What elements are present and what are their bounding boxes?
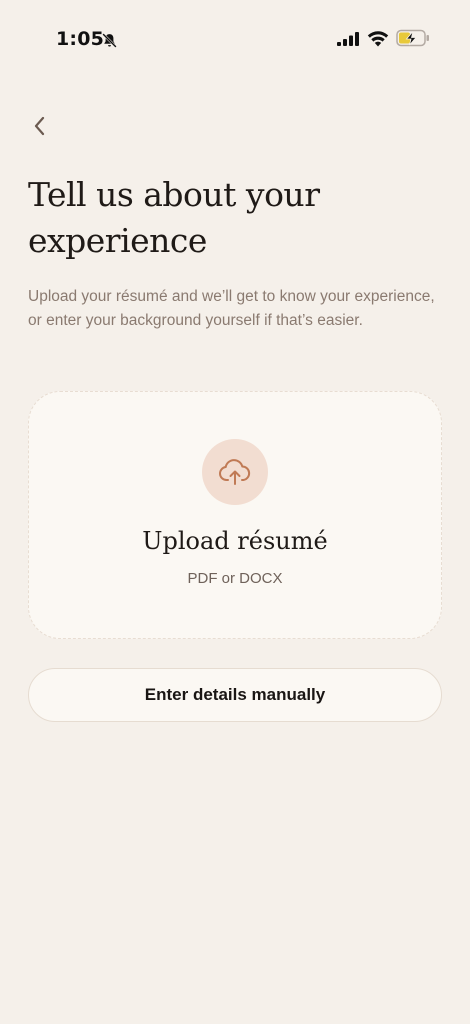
status-time: 1:05 — [56, 28, 105, 50]
cloud-upload-icon — [219, 459, 251, 485]
page-title: Tell us about your experience — [28, 175, 320, 260]
back-button[interactable] — [24, 110, 56, 142]
wifi-icon — [367, 31, 389, 47]
enter-details-manually-button[interactable]: Enter details manually — [28, 668, 442, 722]
upload-formats: PDF or DOCX — [187, 570, 283, 587]
bell-off-icon — [102, 33, 117, 48]
status-bar: 1:05 — [0, 0, 470, 78]
page-subtitle: Upload your résumé and we’ll get to know… — [28, 288, 435, 329]
signal-icon — [337, 32, 359, 46]
upload-title: Upload résumé — [142, 527, 328, 555]
upload-resume-card[interactable]: Upload résumé PDF or DOCX — [28, 391, 442, 639]
upload-icon-circle — [202, 439, 268, 505]
battery-charging-icon — [396, 29, 429, 47]
chevron-left-icon — [34, 116, 45, 136]
